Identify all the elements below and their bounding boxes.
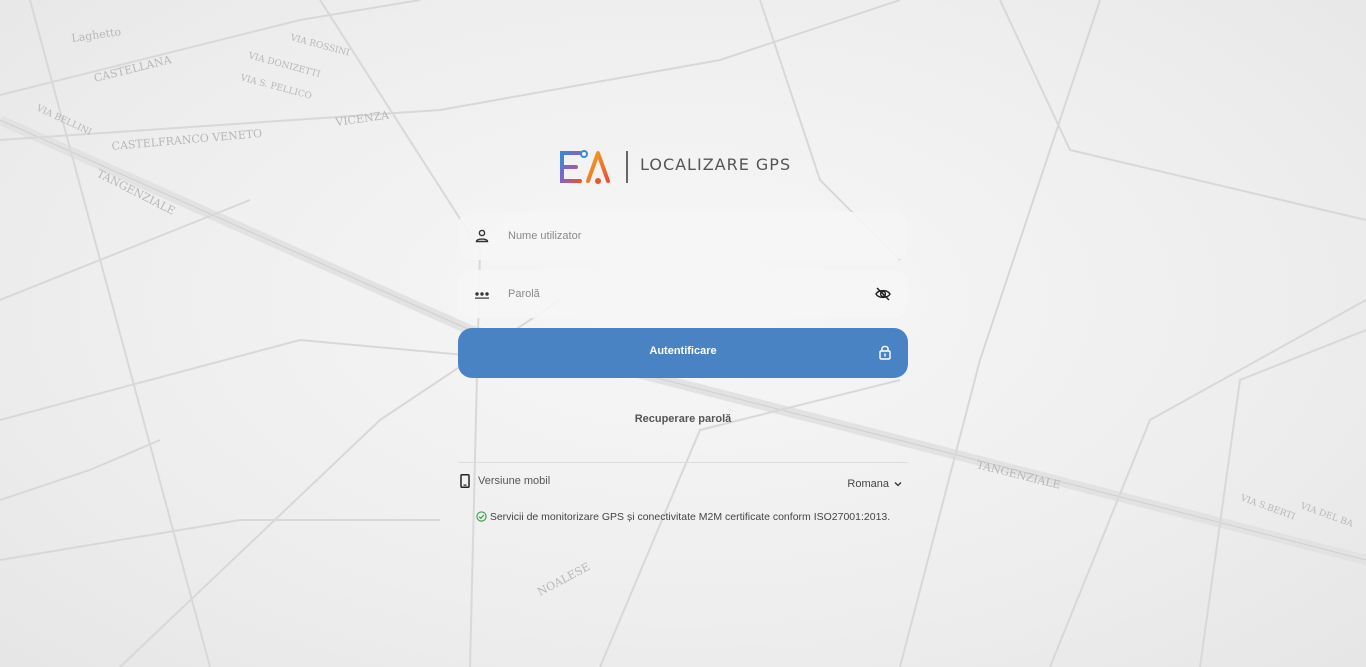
logo-divider: [626, 151, 628, 183]
login-button[interactable]: Autentificare: [458, 328, 908, 378]
map-label: NOALESE: [535, 560, 592, 598]
password-dots-icon: [475, 292, 489, 299]
map-label: VIA DEL BA: [1298, 501, 1355, 530]
map-label: VIA DONIZETTI: [246, 51, 321, 80]
map-label: VIA S. PELLICO: [238, 73, 312, 102]
login-button-label: Autentificare: [649, 345, 717, 357]
username-field[interactable]: [458, 212, 908, 260]
mobile-version-label: Versiune mobil: [478, 475, 551, 487]
certification-text: Servicii de monitorizare GPS și conectiv…: [489, 511, 891, 523]
language-value: Romana: [847, 478, 889, 490]
lock-icon: [879, 345, 891, 360]
language-select[interactable]: Romana: [847, 478, 902, 490]
map-label: CASTELLANA: [93, 53, 174, 85]
map-label: VIA BELLINI: [34, 103, 93, 138]
check-circle-icon: [476, 511, 487, 522]
certification-note: Servicii de monitorizare GPS și conectiv…: [458, 511, 908, 523]
username-input[interactable]: [508, 212, 868, 260]
mobile-version-link[interactable]: Versiune mobil: [460, 473, 550, 489]
password-input[interactable]: [508, 270, 868, 318]
eye-off-icon[interactable]: [874, 285, 892, 303]
map-label: Laghetto: [71, 25, 123, 45]
chevron-down-icon: [894, 482, 902, 487]
mobile-phone-icon: [460, 474, 470, 488]
brand-logo: LOCALIZARE GPS: [558, 145, 808, 189]
map-label: VIA S.BERTI: [1238, 493, 1297, 523]
map-label: VICENZA: [334, 108, 391, 129]
user-icon: [475, 229, 489, 243]
password-field[interactable]: [458, 270, 908, 318]
logo-text: LOCALIZARE GPS: [640, 155, 792, 174]
recover-password-link[interactable]: Recuperare parolă: [458, 413, 908, 425]
ea-logo-icon: [560, 150, 610, 184]
divider: [458, 462, 908, 463]
map-label: VIA ROSSINI: [288, 33, 351, 59]
map-label: TANGENZIALE: [975, 458, 1062, 491]
